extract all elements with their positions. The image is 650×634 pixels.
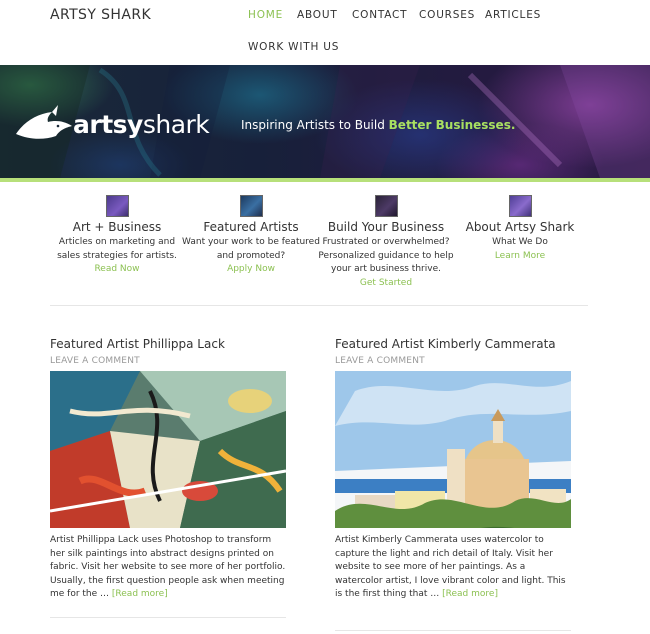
section-divider <box>50 305 588 306</box>
feature-link-read-now[interactable]: Read Now <box>47 264 187 274</box>
logo-light-text: shark <box>142 110 210 139</box>
nav-contact[interactable]: CONTACT <box>352 9 407 21</box>
violet-swatch-icon[interactable] <box>508 195 532 217</box>
feature-build-business: Build Your Business Frustrated or overwh… <box>316 195 456 288</box>
feature-link-get-started[interactable]: Get Started <box>316 278 456 288</box>
site-title[interactable]: ARTSY SHARK <box>50 7 151 23</box>
purple-swatch-icon[interactable] <box>105 195 129 217</box>
feature-description: Want your work to be featured and promot… <box>182 237 320 261</box>
dark-swatch-icon[interactable] <box>374 195 398 217</box>
feature-title[interactable]: Art + Business <box>47 220 187 234</box>
leave-comment-link[interactable]: LEAVE A COMMENT <box>335 356 571 366</box>
feature-about: About Artsy Shark What We Do Learn More <box>450 195 590 261</box>
tagline-prefix: Inspiring Artists to Build <box>241 118 389 132</box>
post-separator <box>50 617 286 618</box>
blue-swatch-icon[interactable] <box>239 195 263 217</box>
feature-description: What We Do <box>492 237 548 247</box>
feature-description: Articles on marketing and sales strategi… <box>57 237 177 261</box>
feature-title[interactable]: Featured Artists <box>181 220 321 234</box>
feature-title[interactable]: Build Your Business <box>316 220 456 234</box>
feature-art-business: Art + Business Articles on marketing and… <box>47 195 187 274</box>
post-separator <box>335 630 571 631</box>
logo-bold-text: artsy <box>73 110 143 139</box>
read-more-link[interactable]: [Read more] <box>112 589 168 599</box>
read-more-link[interactable]: [Read more] <box>442 589 498 599</box>
leave-comment-link[interactable]: LEAVE A COMMENT <box>50 356 286 366</box>
watercolor-church-image[interactable] <box>335 371 571 528</box>
feature-featured-artists: Featured Artists Want your work to be fe… <box>181 195 321 274</box>
nav-home[interactable]: HOME <box>248 9 283 21</box>
shark-logo-icon[interactable] <box>14 104 74 146</box>
tagline-highlight: Better Businesses. <box>388 118 516 132</box>
logo-wordmark[interactable]: artsyshark <box>73 110 210 139</box>
nav-about[interactable]: ABOUT <box>297 9 338 21</box>
feature-description: Frustrated or overwhelmed? Personalized … <box>318 237 454 274</box>
feature-link-apply-now[interactable]: Apply Now <box>181 264 321 274</box>
post-excerpt: Artist Kimberly Cammerata uses watercolo… <box>335 534 571 602</box>
post-card: Featured Artist Kimberly Cammerata LEAVE… <box>335 337 571 602</box>
post-title[interactable]: Featured Artist Kimberly Cammerata <box>335 337 571 351</box>
nav-work-with-us[interactable]: WORK WITH US <box>248 41 339 53</box>
banner-tagline: Inspiring Artists to Build Better Busine… <box>241 118 515 132</box>
post-excerpt: Artist Phillippa Lack uses Photoshop to … <box>50 534 286 602</box>
feature-link-learn-more[interactable]: Learn More <box>450 251 590 261</box>
nav-articles[interactable]: ARTICLES <box>485 9 541 21</box>
post-card: Featured Artist Phillippa Lack LEAVE A C… <box>50 337 286 602</box>
abstract-painting-image[interactable] <box>50 371 286 528</box>
banner-accent-line <box>0 178 650 182</box>
feature-title[interactable]: About Artsy Shark <box>450 220 590 234</box>
post-title[interactable]: Featured Artist Phillippa Lack <box>50 337 286 351</box>
nav-courses[interactable]: COURSES <box>419 9 475 21</box>
